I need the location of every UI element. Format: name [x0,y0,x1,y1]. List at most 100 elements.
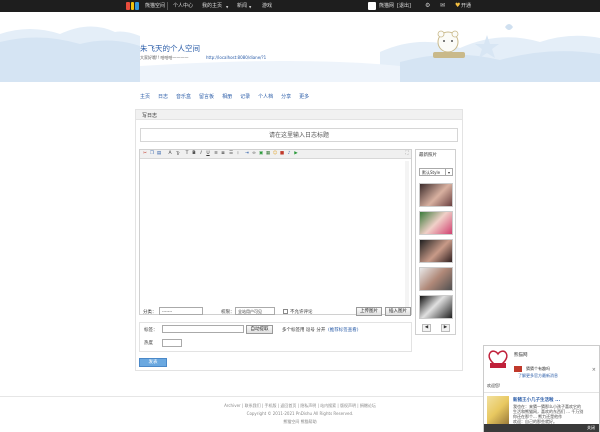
nav-item-album[interactable]: 相册 [222,93,232,100]
popup-feed-title[interactable]: 新猪王小几子生活啦 ... [513,397,560,403]
category-label: 分类： [143,310,157,315]
font-family-icon[interactable]: Tr [175,151,181,157]
photo-thumbnail[interactable] [419,295,453,319]
space-nav: 主页 日志 音乐盒 留言板 相册 记录 个人档 分享 更多 [140,93,309,100]
indent-icon[interactable]: ⇥ [244,151,250,157]
style-select-value: 默认Style [422,170,441,175]
video-icon[interactable]: ▶ [293,151,299,157]
gear-icon[interactable]: ⚙ [425,2,430,10]
topbar-item-games[interactable]: 游戏 [262,3,272,9]
link-icon[interactable]: ∞ [251,151,257,157]
mail-icon[interactable]: ✉ [440,2,445,10]
cloud-banner-illustration [0,24,600,82]
popup-close-label[interactable]: 关闭 [587,425,595,431]
align-center-icon[interactable]: ≣ [220,151,226,157]
tag-hint: 多个标签用 逗号 分开 [282,328,326,333]
topbar-username[interactable]: 熊猫网 [379,3,394,9]
nav-item-profile[interactable]: 个人档 [258,93,273,100]
editor-scrollbar[interactable] [405,161,409,311]
ordered-list-icon[interactable]: ☰ [228,151,234,157]
font-color-icon[interactable]: A [167,151,173,157]
table-icon[interactable]: ▦ [265,151,271,157]
popup-welcome: 欢迎您! [487,383,501,388]
auto-extract-button[interactable]: 自动提取 [246,325,273,334]
photo-thumbnail[interactable] [419,239,453,263]
flash-icon[interactable]: ■ [279,151,285,157]
nav-item-share[interactable]: 分享 [281,93,291,100]
category-select-value: ------- [162,309,173,314]
blog-options-row: 分类： ------- 权限： 全站用户可见 不允许评论 上传图片 插入图片 [139,306,412,318]
font-size-icon[interactable]: T [184,151,190,157]
close-icon[interactable]: × [592,367,596,373]
upload-image-button[interactable]: 上传图片 [356,307,382,316]
nav-item-more[interactable]: 更多 [299,93,309,100]
user-avatar[interactable] [368,2,376,10]
next-page-button[interactable]: ▶ [441,324,450,332]
publish-button[interactable]: 发表 [139,358,167,367]
tag-label: 标签： [144,328,158,333]
disallow-comment-label: 不允许评论 [290,310,313,315]
mood-label: 热度 [144,341,153,346]
privacy-select-value: 全站用户可见 [238,309,262,314]
space-subtitle: 大家好哦!! 哈哈哈———— [140,55,189,60]
unordered-list-icon[interactable]: ⁝ [235,151,241,157]
rich-text-editor[interactable]: ✂ ❐ ▤ A Tr T B I U ≡ ≣ ☰ ⁝ ⇥ ∞ ▣ ▦ ☺ ■ ♪… [139,149,412,315]
latest-photos-box: 最新照片 默认Style ▾ ◀ ▶ [415,149,456,335]
popup-sender[interactable]: 熊猫网 [514,352,528,358]
align-left-icon[interactable]: ≡ [213,151,219,157]
tag-input[interactable] [162,325,244,333]
nav-item-home[interactable]: 主页 [140,93,150,100]
space-url-link[interactable]: http://localhost:8080/diane/?1 [206,55,266,60]
nav-item-blog[interactable]: 日志 [158,93,168,100]
popup-message[interactable]: 猜猜个有趣吗 [526,366,550,372]
chevron-down-icon[interactable]: ▼ [226,4,228,10]
avatar[interactable] [487,396,509,424]
popup-divider [484,392,599,393]
italic-icon[interactable]: I [198,151,204,157]
topbar-follow-link[interactable]: 开通 [461,3,471,9]
nav-item-guestbook[interactable]: 留言板 [199,93,214,100]
chevron-down-icon[interactable]: ▾ [445,169,452,175]
chevron-down-icon[interactable]: ▼ [249,4,251,10]
site-logo-icon[interactable] [126,2,140,10]
blog-title-input[interactable]: 请在这里输入日志标题 [140,128,458,142]
popup-more-link[interactable]: 了解更多官方最新消息 [518,373,558,379]
underline-icon[interactable]: U [205,151,211,157]
mood-input[interactable] [162,339,182,347]
privacy-select[interactable]: 全站用户可见 [235,307,275,315]
space-header: 朱飞天的个人空间 大家好哦!! 哈哈哈———— http://localhost… [0,12,600,82]
emoticon-icon[interactable]: ☺ [272,151,278,157]
topbar-site-link[interactable]: 熊猫空间 [145,3,165,9]
heart-icon[interactable]: ♥ [455,2,460,10]
disallow-comment-checkbox[interactable] [283,309,288,314]
fullscreen-icon[interactable]: ⛶ [404,151,410,157]
topbar-item-center[interactable]: 个人中心 [173,3,193,9]
latest-photos-title: 最新照片 [419,153,437,158]
recommended-tags-link[interactable]: (推荐标签查看) [328,327,359,333]
cut-icon[interactable]: ✂ [142,151,148,157]
paste-icon[interactable]: ▤ [156,151,162,157]
nav-item-records[interactable]: 记录 [240,93,250,100]
photo-thumbnail[interactable] [419,211,453,235]
prev-page-button[interactable]: ◀ [422,324,431,332]
style-select[interactable]: 默认Style ▾ [419,168,453,176]
topbar-separator [167,2,168,10]
topbar-item-news[interactable]: 新闻 [237,3,247,9]
privacy-label: 权限： [221,310,235,315]
bold-icon[interactable]: B [191,151,197,157]
nav-item-music[interactable]: 音乐盒 [176,93,191,100]
space-title[interactable]: 朱飞天的个人空间 [140,43,200,54]
copy-icon[interactable]: ❐ [149,151,155,157]
popup-close-bar[interactable]: 关闭 [484,424,599,432]
message-icon [514,366,522,372]
photo-thumbnail[interactable] [419,267,453,291]
photo-thumbnail[interactable] [419,183,453,207]
category-select[interactable]: ------- [159,307,203,315]
topbar-item-home[interactable]: 我的主页 [202,3,222,9]
topbar-logout-link[interactable]: [退出] [397,3,411,9]
notification-popup: 熊猫网 猜猜个有趣吗 × 了解更多官方最新消息 欢迎您! 新猪王小几子生活啦 .… [483,345,600,432]
insert-image-button[interactable]: 插入图片 [385,307,411,316]
image-icon[interactable]: ▣ [258,151,264,157]
write-blog-panel: 写日志 请在这里输入日志标题 ✂ ❐ ▤ A Tr T B I U ≡ ≣ ☰ … [135,109,463,371]
music-icon[interactable]: ♪ [286,151,292,157]
